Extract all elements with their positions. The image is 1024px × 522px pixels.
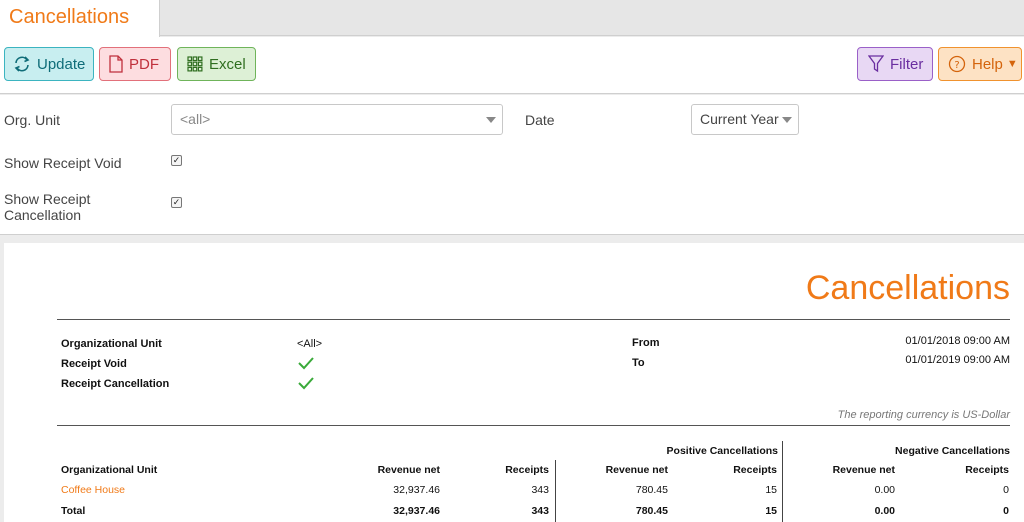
help-button[interactable]: ? Help ▼ — [938, 47, 1022, 81]
total-receipts: 343 — [531, 505, 549, 517]
checkmark-icon — [298, 357, 314, 370]
org-unit-label: Org. Unit — [4, 112, 61, 128]
row-revenue-net: 32,937.46 — [393, 484, 440, 496]
pdf-label: PDF — [129, 55, 159, 73]
col-header-org-unit: Organizational Unit — [61, 464, 158, 476]
report-panel: Cancellations Organizational Unit <All> … — [4, 243, 1024, 522]
meta-receipt-cancellation-label: Receipt Cancellation — [61, 378, 170, 390]
report-title: Cancellations — [805, 269, 1010, 307]
total-neg-receipts: 0 — [1003, 505, 1009, 517]
excel-label: Excel — [209, 55, 246, 73]
org-unit-select[interactable]: <all> — [171, 104, 503, 135]
update-label: Update — [37, 55, 86, 73]
divider — [57, 319, 1010, 320]
total-neg-revenue-net: 0.00 — [874, 505, 895, 517]
row-neg-receipts: 0 — [1003, 484, 1009, 496]
meta-from-label: From — [632, 337, 660, 349]
col-header-neg-revenue-net: Revenue net — [832, 464, 895, 476]
date-select[interactable]: Current Year — [691, 104, 799, 135]
filter-panel: Org. Unit <all> Date Current Year Show R… — [0, 95, 1024, 235]
dropdown-arrow-icon — [782, 117, 792, 123]
total-pos-receipts: 15 — [765, 505, 777, 517]
total-label: Total — [61, 505, 86, 517]
negative-cancellations-header: Negative Cancellations — [895, 445, 1010, 457]
row-neg-revenue-net: 0.00 — [874, 484, 895, 496]
grid-icon — [187, 56, 203, 72]
meta-to-label: To — [632, 357, 645, 369]
row-pos-receipts: 15 — [765, 484, 777, 496]
meta-to-value: 01/01/2019 09:00 AM — [905, 354, 1010, 366]
date-value: Current Year — [700, 111, 779, 127]
divider — [57, 425, 1010, 426]
caret-down-icon: ▼ — [1006, 58, 1018, 70]
total-revenue-net: 32,937.46 — [393, 505, 440, 517]
meta-org-unit-label: Organizational Unit — [61, 338, 162, 350]
excel-button[interactable]: Excel — [177, 47, 256, 81]
show-receipt-cancellation-checkbox[interactable]: ✓ — [171, 197, 182, 208]
row-pos-revenue-net: 780.45 — [635, 484, 668, 496]
column-divider — [555, 460, 556, 522]
pdf-button[interactable]: PDF — [99, 47, 171, 81]
col-header-neg-receipts: Receipts — [965, 464, 1009, 476]
funnel-icon — [868, 55, 884, 73]
filter-button[interactable]: Filter — [857, 47, 933, 81]
total-pos-revenue-net: 780.45 — [635, 505, 668, 517]
question-circle-icon: ? — [948, 55, 966, 73]
row-receipts: 343 — [531, 484, 549, 496]
currency-note: The reporting currency is US-Dollar — [837, 409, 1010, 421]
show-receipt-cancellation-label: Show Receipt Cancellation — [4, 191, 91, 223]
update-button[interactable]: Update — [4, 47, 94, 81]
col-header-pos-receipts: Receipts — [733, 464, 777, 476]
tab-label: Cancellations — [9, 6, 130, 28]
col-header-revenue-net: Revenue net — [377, 464, 440, 476]
date-label: Date — [525, 112, 555, 128]
org-unit-value: <all> — [180, 111, 211, 127]
column-divider — [782, 441, 783, 522]
tab-bar: Cancellations — [0, 0, 1024, 37]
row-org-unit-link[interactable]: Coffee House — [61, 484, 125, 496]
show-receipt-void-label: Show Receipt Void — [4, 155, 122, 171]
col-header-receipts: Receipts — [505, 464, 549, 476]
document-icon — [109, 55, 123, 73]
meta-org-unit-value: <All> — [297, 338, 323, 350]
meta-from-value: 01/01/2018 09:00 AM — [905, 335, 1010, 347]
checkmark-icon — [298, 377, 314, 390]
meta-receipt-void-label: Receipt Void — [61, 358, 127, 370]
svg-text:?: ? — [954, 60, 959, 71]
help-label: Help — [972, 55, 1003, 73]
tab-cancellations[interactable]: Cancellations — [0, 0, 160, 37]
show-receipt-void-checkbox[interactable]: ✓ — [171, 155, 182, 166]
refresh-icon — [14, 56, 30, 72]
toolbar: Update PDF Excel Filter ? Help ▼ — [0, 37, 1024, 94]
dropdown-arrow-icon — [486, 117, 496, 123]
filter-label: Filter — [890, 55, 924, 73]
positive-cancellations-header: Positive Cancellations — [666, 445, 778, 457]
col-header-pos-revenue-net: Revenue net — [605, 464, 668, 476]
